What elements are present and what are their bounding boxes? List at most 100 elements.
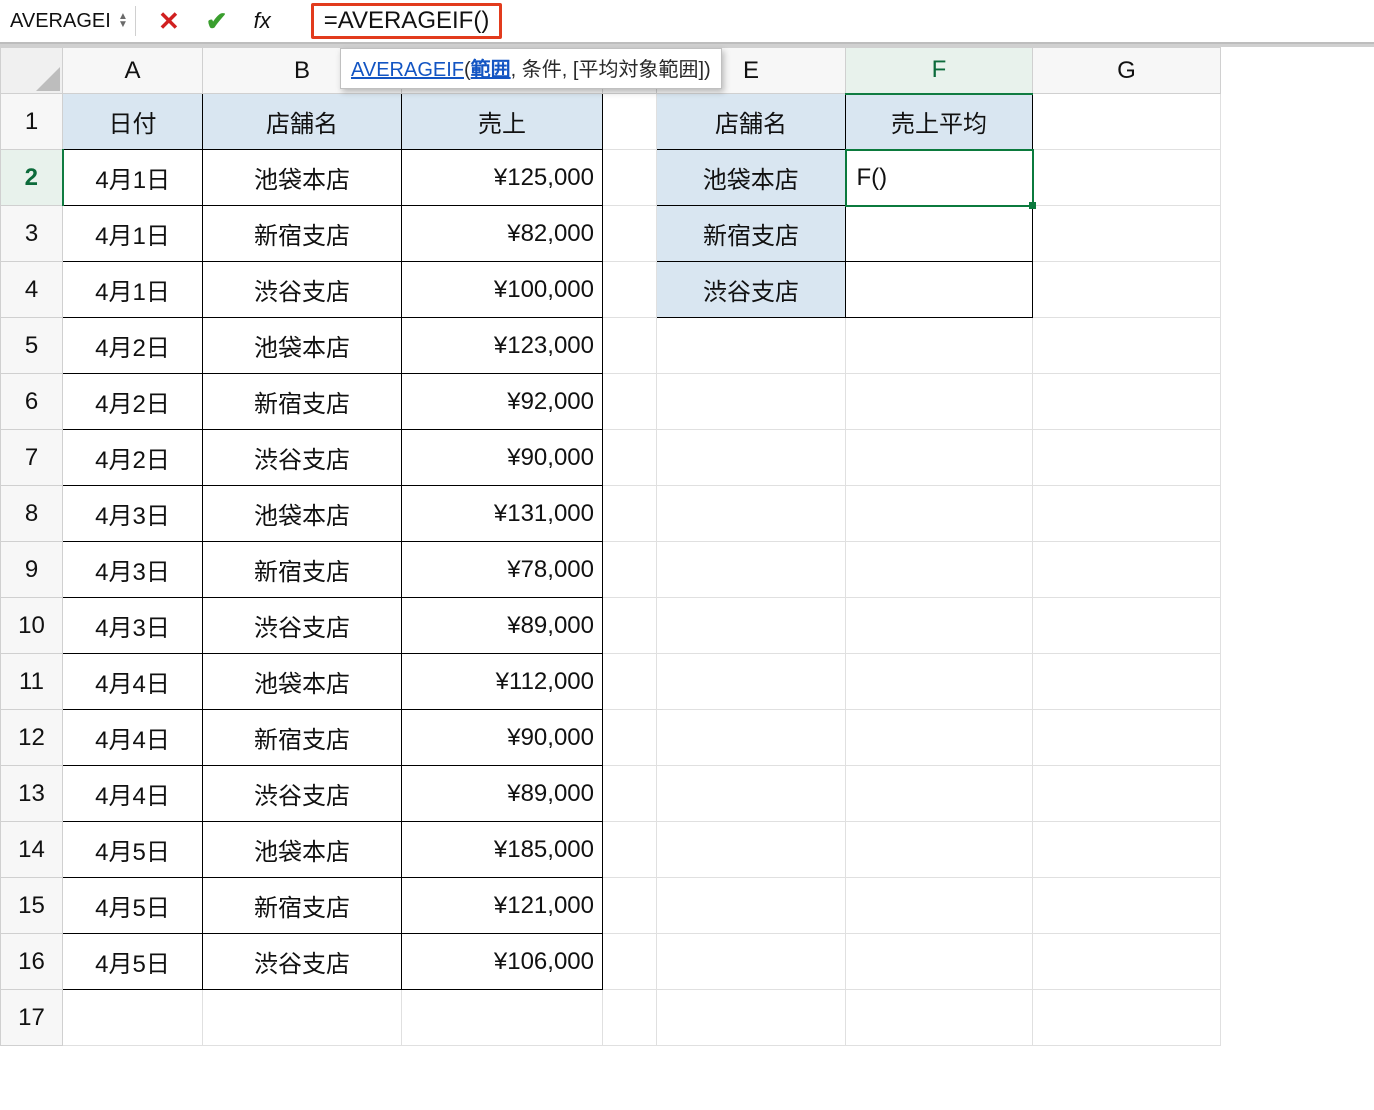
cell-C14[interactable]: ¥185,000 xyxy=(402,822,603,878)
cell-B7[interactable]: 渋谷支店 xyxy=(203,430,402,486)
cell-F10[interactable] xyxy=(846,598,1033,654)
cell-C4[interactable]: ¥100,000 xyxy=(402,262,603,318)
tooltip-function-link[interactable]: AVERAGEIF xyxy=(351,59,464,81)
cell-G9[interactable] xyxy=(1033,542,1221,598)
cell-E5[interactable] xyxy=(657,318,846,374)
cell-E14[interactable] xyxy=(657,822,846,878)
cell-G12[interactable] xyxy=(1033,710,1221,766)
name-box-stepper-icon[interactable]: ▲▼ xyxy=(115,13,131,29)
cell-B17[interactable] xyxy=(203,990,402,1046)
cell-D1[interactable] xyxy=(603,94,657,150)
name-box[interactable]: AVERAGEI ▲▼ xyxy=(0,6,136,36)
cell-D10[interactable] xyxy=(603,598,657,654)
cell-B13[interactable]: 渋谷支店 xyxy=(203,766,402,822)
cell-F17[interactable] xyxy=(846,990,1033,1046)
cell-D4[interactable] xyxy=(603,262,657,318)
cell-D12[interactable] xyxy=(603,710,657,766)
cell-D16[interactable] xyxy=(603,934,657,990)
cell-C7[interactable]: ¥90,000 xyxy=(402,430,603,486)
cell-D6[interactable] xyxy=(603,374,657,430)
cell-E17[interactable] xyxy=(657,990,846,1046)
cell-E9[interactable] xyxy=(657,542,846,598)
cell-E12[interactable] xyxy=(657,710,846,766)
cell-F8[interactable] xyxy=(846,486,1033,542)
enter-icon[interactable]: ✔ xyxy=(206,6,228,37)
cell-D9[interactable] xyxy=(603,542,657,598)
cell-A17[interactable] xyxy=(63,990,203,1046)
cell-A6[interactable]: 4月2日 xyxy=(63,374,203,430)
cell-C12[interactable]: ¥90,000 xyxy=(402,710,603,766)
cell-B16[interactable]: 渋谷支店 xyxy=(203,934,402,990)
cell-C8[interactable]: ¥131,000 xyxy=(402,486,603,542)
row-header-14[interactable]: 14 xyxy=(1,822,63,878)
cell-B15[interactable]: 新宿支店 xyxy=(203,878,402,934)
row-header-2[interactable]: 2 xyxy=(1,150,63,206)
cell-F12[interactable] xyxy=(846,710,1033,766)
cell-C2[interactable]: ¥125,000 xyxy=(402,150,603,206)
cell-B2[interactable]: 池袋本店 xyxy=(203,150,402,206)
row-header-6[interactable]: 6 xyxy=(1,374,63,430)
cell-D15[interactable] xyxy=(603,878,657,934)
cell-D7[interactable] xyxy=(603,430,657,486)
cell-D2[interactable] xyxy=(603,150,657,206)
cell-B11[interactable]: 池袋本店 xyxy=(203,654,402,710)
cell-G1[interactable] xyxy=(1033,94,1221,150)
cell-A11[interactable]: 4月4日 xyxy=(63,654,203,710)
cell-F1[interactable]: 売上平均 xyxy=(846,94,1033,150)
cell-B1[interactable]: 店舗名 xyxy=(203,94,402,150)
cell-C16[interactable]: ¥106,000 xyxy=(402,934,603,990)
cell-D14[interactable] xyxy=(603,822,657,878)
row-header-9[interactable]: 9 xyxy=(1,542,63,598)
cell-C15[interactable]: ¥121,000 xyxy=(402,878,603,934)
row-header-11[interactable]: 11 xyxy=(1,654,63,710)
row-header-7[interactable]: 7 xyxy=(1,430,63,486)
formula-input[interactable]: =AVERAGEIF() xyxy=(311,3,503,39)
row-header-8[interactable]: 8 xyxy=(1,486,63,542)
cell-B4[interactable]: 渋谷支店 xyxy=(203,262,402,318)
cell-B14[interactable]: 池袋本店 xyxy=(203,822,402,878)
cell-F9[interactable] xyxy=(846,542,1033,598)
cell-A14[interactable]: 4月5日 xyxy=(63,822,203,878)
cell-B10[interactable]: 渋谷支店 xyxy=(203,598,402,654)
cell-G15[interactable] xyxy=(1033,878,1221,934)
cell-A3[interactable]: 4月1日 xyxy=(63,206,203,262)
cell-E15[interactable] xyxy=(657,878,846,934)
cell-A15[interactable]: 4月5日 xyxy=(63,878,203,934)
cell-C10[interactable]: ¥89,000 xyxy=(402,598,603,654)
cell-A9[interactable]: 4月3日 xyxy=(63,542,203,598)
cell-B12[interactable]: 新宿支店 xyxy=(203,710,402,766)
cell-E11[interactable] xyxy=(657,654,846,710)
cell-G5[interactable] xyxy=(1033,318,1221,374)
cell-A7[interactable]: 4月2日 xyxy=(63,430,203,486)
cell-G3[interactable] xyxy=(1033,206,1221,262)
cell-F6[interactable] xyxy=(846,374,1033,430)
cell-F2[interactable]: F() xyxy=(846,150,1033,206)
cell-E10[interactable] xyxy=(657,598,846,654)
cell-E7[interactable] xyxy=(657,430,846,486)
row-header-17[interactable]: 17 xyxy=(1,990,63,1046)
fx-icon[interactable]: fx xyxy=(254,8,271,34)
cell-B3[interactable]: 新宿支店 xyxy=(203,206,402,262)
cell-E8[interactable] xyxy=(657,486,846,542)
cell-C1[interactable]: 売上 xyxy=(402,94,603,150)
cell-E6[interactable] xyxy=(657,374,846,430)
row-header-16[interactable]: 16 xyxy=(1,934,63,990)
row-header-10[interactable]: 10 xyxy=(1,598,63,654)
cell-A4[interactable]: 4月1日 xyxy=(63,262,203,318)
row-header-1[interactable]: 1 xyxy=(1,94,63,150)
spreadsheet-grid[interactable]: A B C D E F G 1 日付 店舗名 売上 店舗名 売上平均 xyxy=(0,47,1221,1046)
cell-G4[interactable] xyxy=(1033,262,1221,318)
row-header-13[interactable]: 13 xyxy=(1,766,63,822)
cell-A12[interactable]: 4月4日 xyxy=(63,710,203,766)
cell-G8[interactable] xyxy=(1033,486,1221,542)
cell-B6[interactable]: 新宿支店 xyxy=(203,374,402,430)
cell-A16[interactable]: 4月5日 xyxy=(63,934,203,990)
cell-A2[interactable]: 4月1日 xyxy=(63,150,203,206)
cell-E16[interactable] xyxy=(657,934,846,990)
cell-F4[interactable] xyxy=(846,262,1033,318)
row-header-3[interactable]: 3 xyxy=(1,206,63,262)
row-header-15[interactable]: 15 xyxy=(1,878,63,934)
cell-F7[interactable] xyxy=(846,430,1033,486)
select-all-corner[interactable] xyxy=(1,48,63,94)
cell-G7[interactable] xyxy=(1033,430,1221,486)
